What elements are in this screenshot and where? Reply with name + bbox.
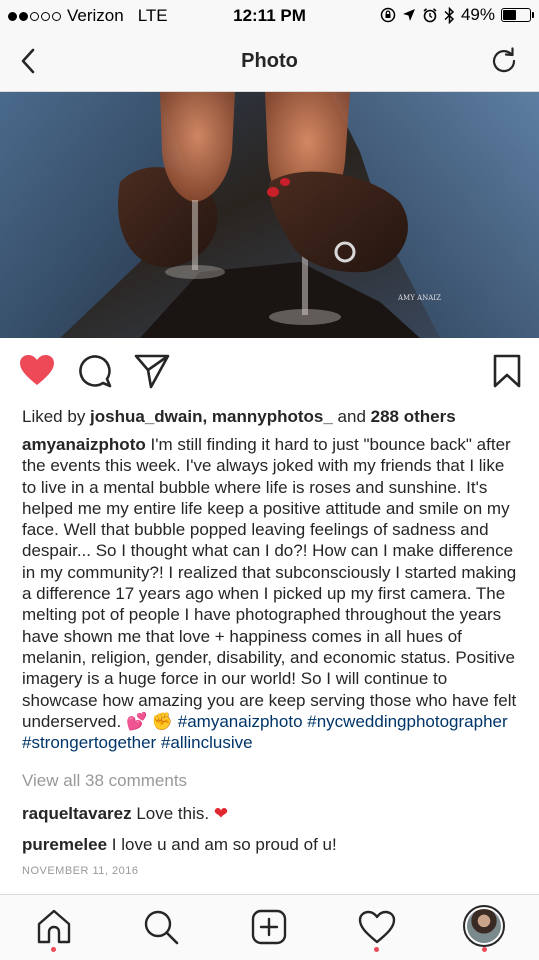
post-photo[interactable]: AMY ANAIZ bbox=[0, 92, 539, 338]
profile-notification-dot bbox=[482, 947, 487, 952]
status-right: 49% bbox=[380, 5, 534, 25]
post-actions bbox=[0, 352, 539, 396]
comment-username[interactable]: puremelee bbox=[22, 835, 107, 854]
rotation-lock-icon bbox=[380, 7, 396, 23]
add-post-icon[interactable] bbox=[249, 907, 289, 947]
comment-row: puremelee I love u and am so proud of u! bbox=[22, 835, 337, 855]
search-icon[interactable] bbox=[141, 907, 181, 947]
home-notification-dot bbox=[51, 947, 56, 952]
refresh-icon[interactable] bbox=[489, 46, 519, 76]
location-arrow-icon bbox=[402, 9, 415, 21]
comment-icon[interactable] bbox=[76, 352, 114, 390]
red-heart-emoji: ❤ bbox=[213, 804, 229, 823]
two-hearts-emoji: 💕 bbox=[125, 711, 148, 731]
post-caption: amyanaizphoto I'm still finding it hard … bbox=[22, 434, 522, 753]
battery-percent: 49% bbox=[460, 5, 495, 24]
page-title: Photo bbox=[241, 50, 298, 72]
hashtag-link[interactable]: #allinclusive bbox=[161, 733, 253, 752]
hashtag-link[interactable]: #nycweddingphotographer bbox=[307, 712, 507, 731]
nav-bar: Photo bbox=[0, 32, 539, 92]
likes-summary[interactable]: Liked by joshua_dwain, mannyphotos_ and … bbox=[22, 407, 456, 427]
activity-heart-icon[interactable] bbox=[357, 907, 397, 947]
raised-fist-emoji: ✊ bbox=[151, 711, 174, 731]
alarm-icon bbox=[423, 8, 437, 23]
liker-username[interactable]: joshua_dwain bbox=[90, 407, 202, 426]
hashtag-link[interactable]: #amyanaizphoto bbox=[178, 712, 303, 731]
view-all-comments-link[interactable]: View all 38 comments bbox=[22, 771, 187, 791]
comment-text: I love u and am so proud of u! bbox=[107, 835, 337, 854]
liker-username[interactable]: mannyphotos_ bbox=[212, 407, 333, 426]
profile-avatar[interactable] bbox=[463, 905, 505, 947]
comment-text: Love this. bbox=[131, 804, 214, 823]
caption-username[interactable]: amyanaizphoto bbox=[22, 435, 146, 454]
photo-watermark: AMY ANAIZ bbox=[397, 294, 441, 302]
hashtag-link[interactable]: #strongertogether bbox=[22, 733, 156, 752]
activity-notification-dot bbox=[374, 947, 379, 952]
bluetooth-icon bbox=[444, 6, 455, 24]
post-date: NOVEMBER 11, 2016 bbox=[22, 865, 139, 877]
send-icon[interactable] bbox=[133, 352, 171, 390]
bookmark-icon[interactable] bbox=[492, 352, 522, 390]
status-bar: Verizon LTE 12:11 PM 49% bbox=[0, 0, 539, 32]
battery-icon bbox=[501, 8, 534, 22]
home-icon[interactable] bbox=[34, 907, 74, 947]
comment-username[interactable]: raqueltavarez bbox=[22, 804, 132, 823]
heart-filled-icon[interactable] bbox=[18, 352, 56, 390]
comment-row: raqueltavarez Love this. ❤ bbox=[22, 804, 228, 824]
likes-others-link[interactable]: 288 others bbox=[371, 407, 456, 426]
bottom-tab-bar bbox=[0, 894, 539, 960]
photo-image: AMY ANAIZ bbox=[0, 92, 539, 338]
caption-text: I'm still finding it hard to just "bounc… bbox=[22, 435, 517, 731]
